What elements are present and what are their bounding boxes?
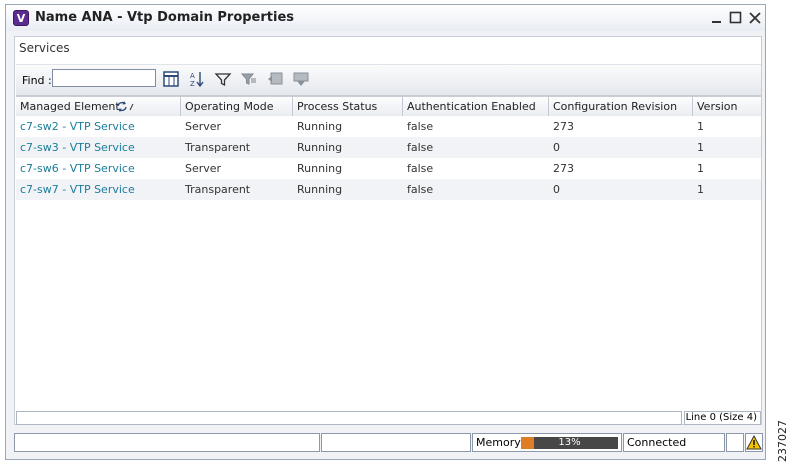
- managed-element-link[interactable]: c7-sw7 - VTP Service: [16, 179, 135, 200]
- table-footer: Line 0 (Size 4): [16, 411, 761, 425]
- figure-id: 237027: [776, 420, 789, 462]
- configuration-revision-cell: 273: [553, 162, 574, 175]
- version-cell: 1: [697, 120, 704, 133]
- operating-mode-cell: Transparent: [185, 183, 251, 196]
- title-bar[interactable]: V Name ANA - Vtp Domain Properties: [6, 5, 765, 31]
- warning-icon[interactable]: [745, 433, 763, 452]
- memory-indicator: Memory: 13%: [472, 433, 622, 452]
- svg-text:Z: Z: [190, 80, 195, 88]
- memory-label: Memory:: [476, 436, 524, 449]
- authentication-cell: false: [407, 162, 434, 175]
- line-info: Line 0 (Size 4): [684, 411, 761, 425]
- table-row[interactable]: c7-sw7 - VTP Service Transparent Running…: [16, 179, 761, 200]
- table-row[interactable]: c7-sw6 - VTP Service Server Running fals…: [16, 158, 761, 179]
- columns-icon[interactable]: [162, 70, 180, 88]
- filter-edit-icon[interactable]: [240, 70, 258, 88]
- table-row[interactable]: c7-sw2 - VTP Service Server Running fals…: [16, 116, 761, 137]
- column-header-managed-element[interactable]: Managed Element: [16, 97, 181, 117]
- close-icon[interactable]: [746, 9, 764, 27]
- column-header-version[interactable]: Version: [693, 97, 761, 117]
- minimize-icon[interactable]: [708, 9, 726, 27]
- managed-element-link[interactable]: c7-sw3 - VTP Service: [16, 137, 135, 158]
- process-status-cell: Running: [297, 162, 343, 175]
- authentication-cell: false: [407, 183, 434, 196]
- status-empty-field: [726, 433, 744, 452]
- export-icon[interactable]: [266, 70, 284, 88]
- services-panel: Services Find : A Z Managed Element Oper…: [14, 36, 762, 425]
- properties-window: V Name ANA - Vtp Domain Properties Servi…: [5, 4, 766, 460]
- column-header-authentication-enabled[interactable]: Authentication Enabled: [403, 97, 549, 117]
- column-header-configuration-revision[interactable]: Configuration Revision: [549, 97, 693, 117]
- horizontal-scrollbar[interactable]: [16, 411, 682, 425]
- toolbar: Find : A Z: [16, 64, 761, 96]
- find-input[interactable]: [52, 69, 156, 87]
- refresh-sort-icon[interactable]: [116, 100, 136, 113]
- column-header-process-status[interactable]: Process Status: [293, 97, 403, 117]
- status-bar: Memory: 13% Connected: [14, 433, 763, 452]
- maximize-icon[interactable]: [727, 9, 745, 27]
- print-icon[interactable]: [292, 70, 310, 88]
- table-header: Managed Element Operating Mode Process S…: [16, 96, 761, 118]
- operating-mode-cell: Server: [185, 120, 222, 133]
- version-cell: 1: [697, 162, 704, 175]
- operating-mode-cell: Server: [185, 162, 222, 175]
- managed-element-link[interactable]: c7-sw6 - VTP Service: [16, 158, 135, 179]
- configuration-revision-cell: 0: [553, 183, 560, 196]
- sort-icon[interactable]: A Z: [188, 70, 206, 88]
- memory-bar: 13%: [521, 437, 618, 449]
- process-status-cell: Running: [297, 141, 343, 154]
- column-header-label: Managed Element: [20, 100, 120, 113]
- process-status-cell: Running: [297, 183, 343, 196]
- svg-text:A: A: [190, 72, 195, 80]
- app-logo-icon: V: [13, 10, 29, 26]
- table-row[interactable]: c7-sw3 - VTP Service Transparent Running…: [16, 137, 761, 158]
- window-title: Name ANA - Vtp Domain Properties: [35, 10, 295, 25]
- configuration-revision-cell: 273: [553, 120, 574, 133]
- process-status-cell: Running: [297, 120, 343, 133]
- connection-status: Connected: [623, 433, 725, 452]
- version-cell: 1: [697, 141, 704, 154]
- status-info-field: [321, 433, 471, 452]
- configuration-revision-cell: 0: [553, 141, 560, 154]
- authentication-cell: false: [407, 120, 434, 133]
- managed-element-link[interactable]: c7-sw2 - VTP Service: [16, 116, 135, 137]
- authentication-cell: false: [407, 141, 434, 154]
- column-header-operating-mode[interactable]: Operating Mode: [181, 97, 293, 117]
- find-label: Find :: [22, 74, 52, 87]
- filter-icon[interactable]: [214, 70, 232, 88]
- status-message-field: [14, 433, 320, 452]
- version-cell: 1: [697, 183, 704, 196]
- services-label: Services: [19, 41, 70, 55]
- memory-percent: 13%: [558, 437, 581, 448]
- operating-mode-cell: Transparent: [185, 141, 251, 154]
